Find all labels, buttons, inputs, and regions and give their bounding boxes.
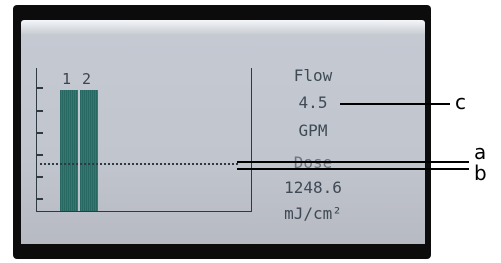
bar-label-1: 1 [62,70,72,88]
axis-tick [36,154,43,156]
axis-tick [36,198,43,200]
callout-line-c [340,103,450,105]
lamp-bar-2 [80,90,98,211]
callout-line-b [237,168,469,170]
callout-label-a: a [474,140,487,164]
dose-unit: mJ/cm² [284,204,342,223]
callout-line-a [237,161,469,163]
axis-tick [36,87,43,89]
axis-tick [36,176,43,178]
flow-unit: GPM [298,121,328,140]
callout-label-c: c [455,90,466,114]
dose-value: 1248.6 [284,178,342,197]
dose-setpoint-line [40,163,238,165]
bar-label-2: 2 [82,70,92,88]
lamp-bar-1 [60,90,78,211]
screen-top-glare [21,20,425,34]
callout-label-b: b [474,161,487,185]
flow-label: Flow [293,66,333,85]
axis-tick [36,132,43,134]
axis-tick [36,110,43,112]
